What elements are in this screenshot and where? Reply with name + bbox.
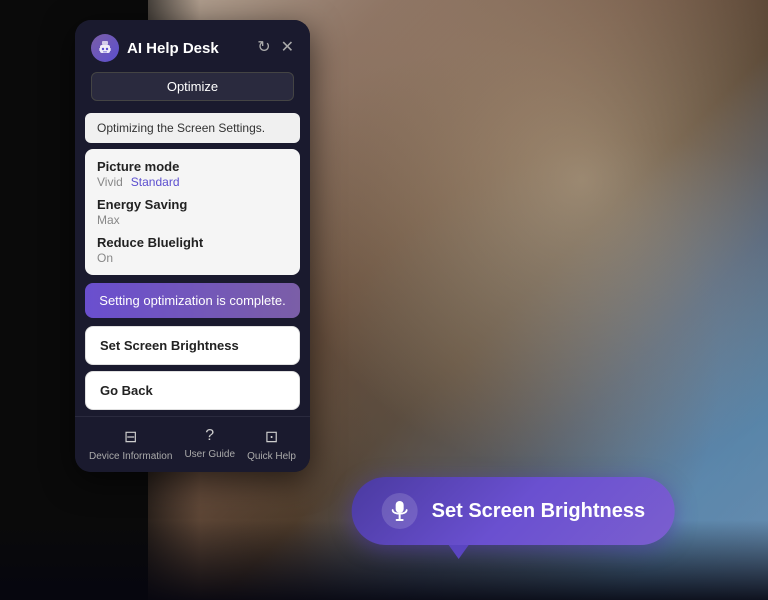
reduce-bluelight-row: Reduce Bluelight On	[97, 235, 288, 265]
picture-mode-row: Picture mode Vivid Standard	[97, 159, 288, 189]
reduce-bluelight-values: On	[97, 251, 288, 265]
status-bar: Optimizing the Screen Settings.	[85, 113, 300, 143]
reduce-bluelight-value: On	[97, 251, 113, 265]
quick-help-label: Quick Help	[247, 451, 296, 462]
ai-help-desk-panel: AI Help Desk ↻ ✕ Optimize Optimizing the…	[75, 20, 310, 472]
panel-title: AI Help Desk	[127, 40, 219, 57]
set-brightness-button[interactable]: Set Screen Brightness	[85, 326, 300, 365]
voice-bubble: Set Screen Brightness	[352, 477, 675, 545]
voice-bubble-text: Set Screen Brightness	[432, 500, 645, 523]
device-info-label: Device Information	[89, 451, 172, 462]
user-guide-icon: ?	[205, 427, 214, 445]
energy-saving-row: Energy Saving Max	[97, 197, 288, 227]
user-guide-item[interactable]: ? User Guide	[184, 427, 235, 462]
picture-mode-inactive: Vivid	[97, 175, 123, 189]
reduce-bluelight-label: Reduce Bluelight	[97, 235, 288, 250]
device-info-icon: ⊟	[124, 427, 137, 447]
panel-controls: ↻ ✕	[257, 40, 294, 56]
energy-saving-value: Max	[97, 213, 120, 227]
status-text: Optimizing the Screen Settings.	[97, 121, 265, 135]
panel-footer: ⊟ Device Information ? User Guide ⊡ Quic…	[75, 416, 310, 472]
settings-box: Picture mode Vivid Standard Energy Savin…	[85, 149, 300, 275]
quick-help-item[interactable]: ⊡ Quick Help	[247, 427, 296, 462]
picture-mode-values: Vivid Standard	[97, 175, 288, 189]
energy-saving-values: Max	[97, 213, 288, 227]
panel-header: AI Help Desk ↻ ✕	[75, 20, 310, 72]
close-button[interactable]: ✕	[281, 40, 294, 56]
ai-icon	[91, 34, 119, 62]
completion-banner: Setting optimization is complete.	[85, 283, 300, 318]
panel-header-left: AI Help Desk	[91, 34, 219, 62]
energy-saving-label: Energy Saving	[97, 197, 288, 212]
microphone-icon	[382, 493, 418, 529]
optimize-button[interactable]: Optimize	[91, 72, 294, 101]
go-back-button[interactable]: Go Back	[85, 371, 300, 410]
refresh-button[interactable]: ↻	[257, 40, 270, 56]
device-info-item[interactable]: ⊟ Device Information	[89, 427, 172, 462]
user-guide-label: User Guide	[184, 449, 235, 460]
quick-help-icon: ⊡	[265, 427, 278, 447]
picture-mode-active: Standard	[131, 175, 180, 189]
completion-text: Setting optimization is complete.	[99, 293, 285, 308]
picture-mode-label: Picture mode	[97, 159, 288, 174]
